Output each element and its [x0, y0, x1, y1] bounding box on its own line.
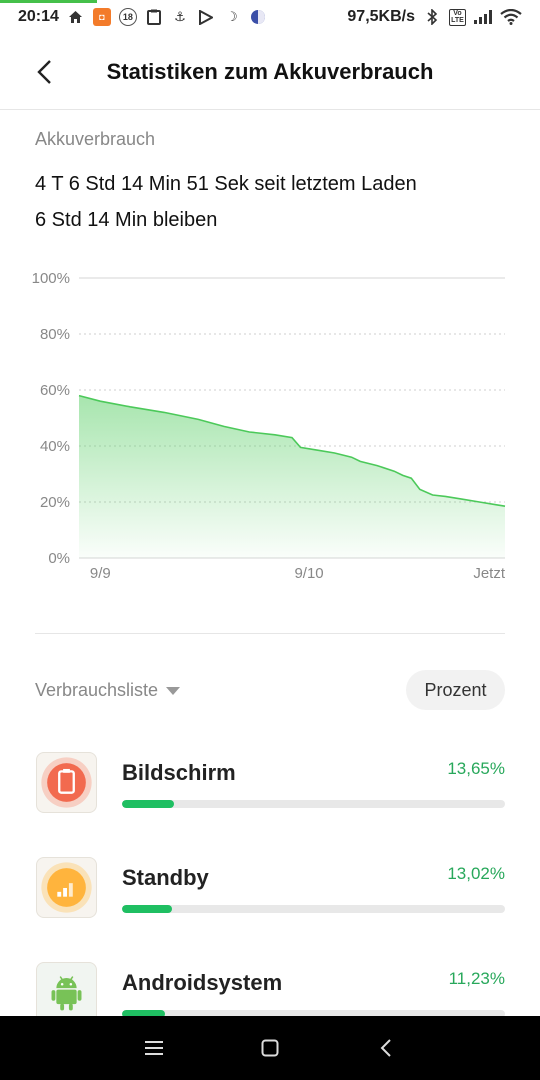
app-notification-icon: ◘ [92, 8, 111, 26]
battery-area [79, 395, 505, 558]
home-icon [67, 8, 85, 26]
volte-label: Vo LTE [451, 10, 464, 24]
usage-bar-fill [122, 905, 172, 913]
usage-item-name: Androidsystem [122, 970, 283, 995]
y-tick-label: 0% [48, 550, 70, 567]
y-tick-label: 100% [32, 270, 70, 287]
percent-mode-button[interactable]: Prozent [406, 670, 505, 710]
usage-item-percent: 11,23% [448, 969, 505, 988]
x-axis-ticks: 9/9 9/10 Jetzt [90, 565, 506, 582]
moon-icon: ☽ [226, 9, 238, 24]
badge-count: 18 [122, 12, 133, 22]
volte-icon: Vo LTE [449, 8, 466, 26]
status-bar: 20:14 ◘ 18 ⚓ ☽ 97,5KB/s Vo LTE [0, 0, 540, 34]
status-left: 20:14 ◘ 18 ⚓ ☽ [18, 8, 267, 26]
home-button[interactable] [255, 1033, 285, 1063]
vpn-icon [249, 8, 267, 26]
usage-item-name: Standby [122, 865, 209, 890]
nav-back-button[interactable] [371, 1033, 401, 1063]
anchor-icon: ⚓ [174, 9, 186, 24]
usage-list-label: Verbrauchsliste [35, 680, 159, 700]
menu-button[interactable] [139, 1033, 169, 1063]
status-right: 97,5KB/s Vo LTE [347, 8, 522, 26]
since-last-charge: 4 T 6 Std 14 Min 51 Sek seit letztem Lad… [35, 173, 417, 195]
usage-bar [122, 800, 505, 808]
x-tick-label: 9/9 [90, 565, 111, 582]
usage-item-standby[interactable]: Standby 13,02% [0, 857, 540, 947]
bluetooth-icon [423, 8, 441, 26]
usage-list-dropdown[interactable]: Verbrauchsliste [35, 680, 181, 701]
section-divider [35, 633, 505, 634]
app-header: Statistiken zum Akkuverbrauch [0, 34, 540, 110]
usage-bar-fill [122, 800, 175, 808]
y-tick-label: 40% [40, 438, 70, 455]
home-square-icon [261, 1039, 279, 1057]
time-remaining: 6 Std 14 Min bleiben [35, 209, 218, 231]
y-tick-label: 20% [40, 494, 70, 511]
wifi-icon [500, 8, 522, 26]
y-axis-ticks: 100% 80% 60% 40% 20% 0% [32, 270, 70, 567]
net-speed: 97,5KB/s [347, 8, 415, 25]
badge-icon: 18 [118, 8, 137, 26]
y-tick-label: 60% [40, 382, 70, 399]
android-icon [36, 962, 97, 1023]
x-tick-label: Jetzt [473, 565, 506, 582]
y-tick-label: 80% [40, 326, 70, 343]
usage-item-screen[interactable]: Bildschirm 13,65% [0, 752, 540, 842]
caret-down-icon [166, 686, 181, 695]
usage-bar [122, 905, 505, 913]
battery-level-chart: 100% 80% 60% 40% 20% 0% 9/9 9/10 Jetzt [32, 270, 506, 582]
signal-icon [36, 857, 97, 918]
usage-item-name: Bildschirm [122, 760, 236, 785]
usage-item-percent: 13,65% [447, 759, 505, 778]
x-tick-label: 9/10 [294, 565, 323, 582]
play-store-icon [197, 8, 215, 26]
battery-usage-label: Akkuverbrauch [35, 129, 156, 149]
usage-item-percent: 13,02% [447, 864, 505, 883]
status-time: 20:14 [18, 8, 59, 25]
back-arrow-icon [380, 1039, 391, 1057]
system-nav-bar [0, 1016, 540, 1080]
clipboard-icon [145, 8, 163, 26]
menu-icon [145, 1041, 163, 1055]
signal-strength-icon [474, 8, 492, 26]
page-title: Statistiken zum Akkuverbrauch [106, 59, 434, 84]
screen-icon [36, 752, 97, 813]
